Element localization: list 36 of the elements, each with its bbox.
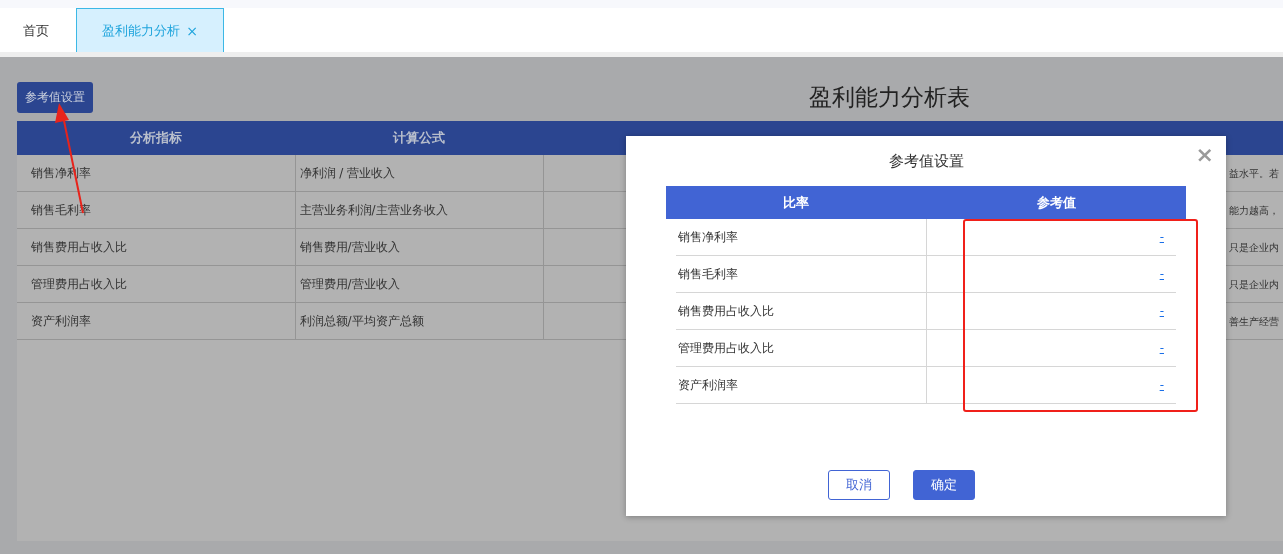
column-header: 比率 [782, 193, 810, 212]
table-cell: 销售毛利率 [676, 256, 927, 292]
close-icon[interactable]: × [186, 23, 198, 38]
confirm-button[interactable]: 确定 [912, 470, 975, 500]
value-link[interactable]: - [1159, 267, 1164, 281]
table-cell: 净利润 / 营业收入 [295, 155, 543, 192]
tab[interactable]: 盈利能力分析 × [76, 8, 224, 52]
table-cell: 只是企业内 [1229, 241, 1279, 253]
table-cell: 益水平。若 [1229, 167, 1279, 179]
settings-button[interactable]: 参考值设置 [17, 81, 93, 113]
table-cell: 销售净利率 [676, 219, 927, 255]
table-cell: 销售费用占收入比 [676, 293, 927, 329]
tab[interactable]: 首页 [0, 8, 72, 52]
column-header: 计算公式 [295, 121, 543, 155]
table-cell: 销售费用/营业收入 [295, 228, 543, 266]
cancel-button[interactable]: 取消 [827, 470, 890, 500]
close-button[interactable]: × [1195, 144, 1214, 166]
table-cell: 资产利润率 [17, 302, 295, 340]
table-cell: 善生产经营 [1229, 315, 1279, 327]
value-link[interactable]: - [1159, 341, 1164, 355]
column-header: 参考值 [1035, 193, 1077, 212]
page-title: 盈利能力分析表 [809, 82, 970, 112]
table-cell: 主营业务利润/主营业务收入 [295, 191, 543, 229]
table-cell: 管理费用占收入比 [676, 330, 927, 366]
table-cell: 能力越高， [1229, 204, 1279, 216]
dialog-title: 参考值设置 [888, 151, 964, 171]
table-cell: 资产利润率 [676, 367, 927, 403]
column-header: 分析指标 [17, 121, 295, 155]
value-link[interactable]: - [1159, 230, 1164, 244]
table-cell: 管理费用/营业收入 [295, 265, 543, 303]
table-cell: 只是企业内 [1229, 278, 1279, 290]
value-link[interactable]: - [1159, 304, 1164, 318]
value-link[interactable]: - [1159, 378, 1164, 392]
table-cell: 管理费用占收入比 [17, 265, 295, 303]
table-cell: 销售费用占收入比 [17, 228, 295, 266]
table-cell: 利润总额/平均资产总额 [295, 302, 543, 340]
